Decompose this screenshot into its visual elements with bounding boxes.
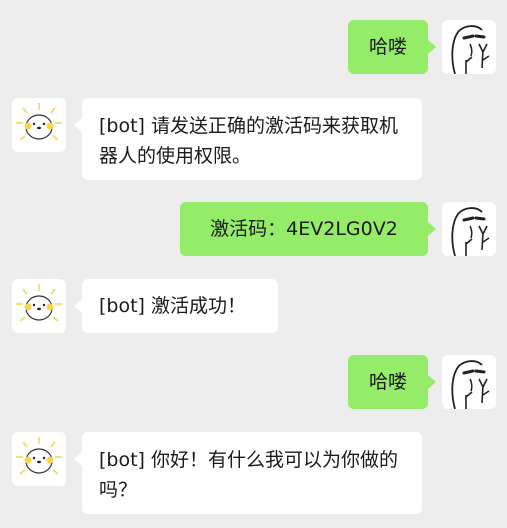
message-text: [bot] 激活成功！	[99, 295, 246, 317]
bubble-tail	[428, 222, 436, 236]
user-avatar[interactable]	[442, 202, 496, 256]
bot-avatar[interactable]	[12, 432, 66, 486]
bubble-tail	[428, 40, 436, 54]
chat-area[interactable]: 哈喽 [bot] 请发送正确的激活码来获取机器人的使用权限。 激活码：4EV2L…	[0, 0, 507, 528]
message-text: 哈喽	[368, 36, 407, 58]
doodle-face-peace-sign-icon	[442, 20, 496, 74]
bubble-tail	[74, 299, 82, 313]
message-text: [bot] 你好！有什么我可以为你做的吗？	[99, 449, 399, 501]
message-bubble-outgoing[interactable]: 哈喽	[348, 355, 428, 409]
message-text: 激活码：4EV2LG0V2	[210, 218, 398, 240]
bubble-tail	[428, 375, 436, 389]
message-bubble-outgoing[interactable]: 哈喽	[348, 20, 428, 74]
bot-avatar[interactable]	[12, 279, 66, 333]
sparkling-hamster-icon	[12, 432, 66, 486]
sparkling-hamster-icon	[12, 279, 66, 333]
doodle-face-peace-sign-icon	[442, 202, 496, 256]
bubble-tail	[74, 118, 82, 132]
message-text: [bot] 请发送正确的激活码来获取机器人的使用权限。	[99, 115, 399, 167]
user-avatar[interactable]	[442, 20, 496, 74]
user-avatar[interactable]	[442, 355, 496, 409]
doodle-face-peace-sign-icon	[442, 355, 496, 409]
bubble-tail	[74, 452, 82, 466]
message-bubble-incoming[interactable]: [bot] 激活成功！	[82, 279, 278, 333]
message-text: 哈喽	[368, 371, 407, 393]
bot-avatar[interactable]	[12, 98, 66, 152]
message-bubble-incoming[interactable]: [bot] 请发送正确的激活码来获取机器人的使用权限。	[82, 98, 422, 180]
message-bubble-incoming[interactable]: [bot] 你好！有什么我可以为你做的吗？	[82, 432, 422, 514]
message-bubble-outgoing[interactable]: 激活码：4EV2LG0V2	[180, 202, 428, 256]
sparkling-hamster-icon	[12, 98, 66, 152]
